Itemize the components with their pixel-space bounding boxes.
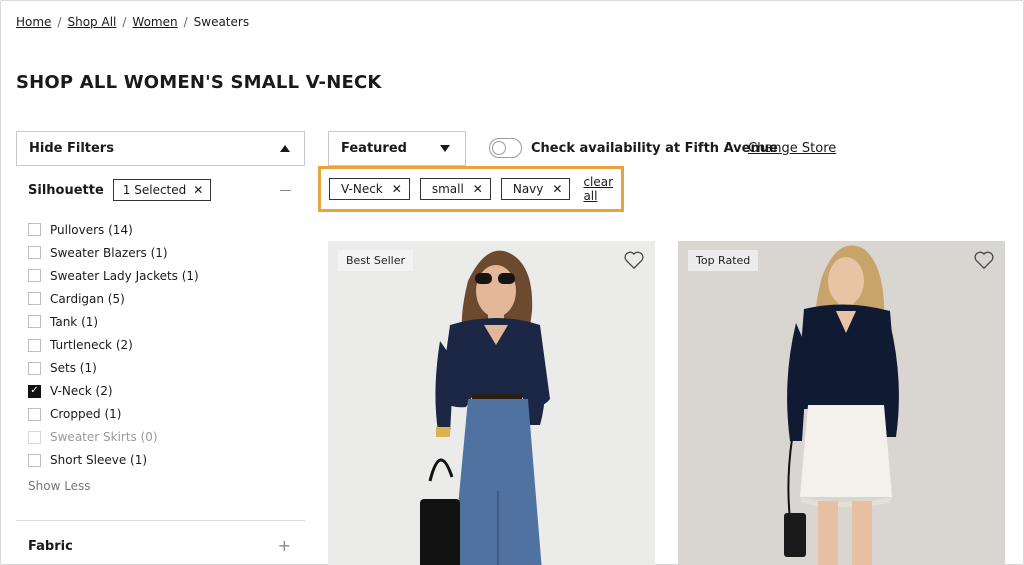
sort-dropdown-value: Featured <box>341 141 407 156</box>
checkbox[interactable] <box>28 246 41 260</box>
hide-filters-label: Hide Filters <box>29 141 114 156</box>
availability-label: Check availability at Fifth Avenue <box>531 141 778 156</box>
minus-icon[interactable] <box>280 189 291 191</box>
checkbox <box>28 430 41 444</box>
filter-option-label: Sweater Lady Jackets (1) <box>50 268 199 283</box>
close-icon[interactable]: ✕ <box>552 183 562 195</box>
selected-badge-label: 1 Selected <box>122 183 187 197</box>
checkbox[interactable] <box>28 223 41 237</box>
breadcrumb-current: Sweaters <box>193 15 250 29</box>
plus-icon[interactable]: + <box>278 538 291 554</box>
breadcrumb-separator: / <box>122 15 127 29</box>
product-image <box>784 245 899 565</box>
filter-option-label: Pullovers (14) <box>50 222 133 237</box>
checkbox[interactable] <box>28 361 41 375</box>
applied-filters-bar: V-Neck ✕ small ✕ Navy ✕ clear all <box>318 166 624 212</box>
product-card[interactable]: Top Rated <box>678 241 1005 565</box>
product-badge: Top Rated <box>688 250 759 271</box>
silhouette-title: Silhouette <box>28 182 104 198</box>
filter-chip[interactable]: V-Neck ✕ <box>329 178 410 200</box>
breadcrumb-shop-all[interactable]: Shop All <box>67 15 116 29</box>
availability-toggle[interactable] <box>489 138 522 158</box>
page-title: SHOP ALL WOMEN'S SMALL V-NECK <box>16 72 382 93</box>
filter-option-label: Cropped (1) <box>50 407 122 422</box>
checkbox[interactable] <box>28 315 41 329</box>
change-store-link[interactable]: Change Store <box>748 141 836 156</box>
checkbox[interactable] <box>28 292 41 306</box>
filter-chip-label: small <box>431 182 464 196</box>
filter-chip-label: V-Neck <box>341 182 383 196</box>
close-icon[interactable]: ✕ <box>392 183 402 195</box>
clear-all-link[interactable]: clear all <box>583 175 621 203</box>
filter-option-disabled: Sweater Skirts (0) <box>28 426 199 449</box>
filter-option-label: Sweater Blazers (1) <box>50 245 168 260</box>
show-less-link[interactable]: Show Less <box>28 479 91 493</box>
close-icon[interactable]: ✕ <box>473 183 483 195</box>
breadcrumb-women[interactable]: Women <box>132 15 177 29</box>
heart-icon[interactable] <box>623 250 645 270</box>
filter-option[interactable]: Sweater Lady Jackets (1) <box>28 264 199 287</box>
product-card[interactable]: Best Seller <box>328 241 655 565</box>
product-badge: Best Seller <box>338 250 414 271</box>
fabric-section-header[interactable]: Fabric + <box>28 536 291 556</box>
filter-option[interactable]: Sets (1) <box>28 357 199 380</box>
triangle-up-icon <box>280 145 290 152</box>
filter-option[interactable]: ✓ V-Neck (2) <box>28 380 199 403</box>
silhouette-selected-badge[interactable]: 1 Selected ✕ <box>112 179 212 201</box>
product-image <box>420 250 550 565</box>
checkbox[interactable] <box>28 269 41 283</box>
filter-option[interactable]: Cropped (1) <box>28 403 199 426</box>
silhouette-section-header[interactable]: Silhouette 1 Selected ✕ <box>28 178 291 202</box>
filter-option[interactable]: Cardigan (5) <box>28 287 199 310</box>
filter-option-label: Turtleneck (2) <box>50 338 133 353</box>
filter-option-label: Cardigan (5) <box>50 291 125 306</box>
filter-option-label: Tank (1) <box>50 314 99 329</box>
checkbox-checked[interactable]: ✓ <box>28 384 41 398</box>
fabric-title: Fabric <box>28 538 73 554</box>
filter-option[interactable]: Short Sleeve (1) <box>28 449 199 472</box>
breadcrumb-home[interactable]: Home <box>16 15 51 29</box>
filter-option[interactable]: Pullovers (14) <box>28 218 199 241</box>
filter-chip[interactable]: Navy ✕ <box>500 178 571 200</box>
toggle-knob <box>492 141 506 155</box>
filter-chip-label: Navy <box>512 182 544 196</box>
filter-option-label: Short Sleeve (1) <box>50 453 148 468</box>
triangle-down-icon <box>440 145 450 152</box>
checkbox[interactable] <box>28 407 41 421</box>
filter-option[interactable]: Turtleneck (2) <box>28 333 199 356</box>
filter-option-label: V-Neck (2) <box>50 384 113 399</box>
close-icon[interactable]: ✕ <box>193 184 203 196</box>
sort-dropdown[interactable]: Featured <box>328 131 466 166</box>
filter-option-label: Sweater Skirts (0) <box>50 430 158 445</box>
filter-chip[interactable]: small ✕ <box>419 178 491 200</box>
filter-option[interactable]: Tank (1) <box>28 310 199 333</box>
filter-option[interactable]: Sweater Blazers (1) <box>28 241 199 264</box>
silhouette-options: Pullovers (14) Sweater Blazers (1) Sweat… <box>28 218 199 472</box>
breadcrumb: Home / Shop All / Women / Sweaters <box>16 15 249 29</box>
hide-filters-button[interactable]: Hide Filters <box>16 131 305 166</box>
checkbox[interactable] <box>28 338 41 352</box>
breadcrumb-separator: / <box>183 15 188 29</box>
filter-option-label: Sets (1) <box>50 361 97 376</box>
divider <box>16 520 305 521</box>
checkbox[interactable] <box>28 453 41 467</box>
heart-icon[interactable] <box>973 250 995 270</box>
breadcrumb-separator: / <box>57 15 62 29</box>
